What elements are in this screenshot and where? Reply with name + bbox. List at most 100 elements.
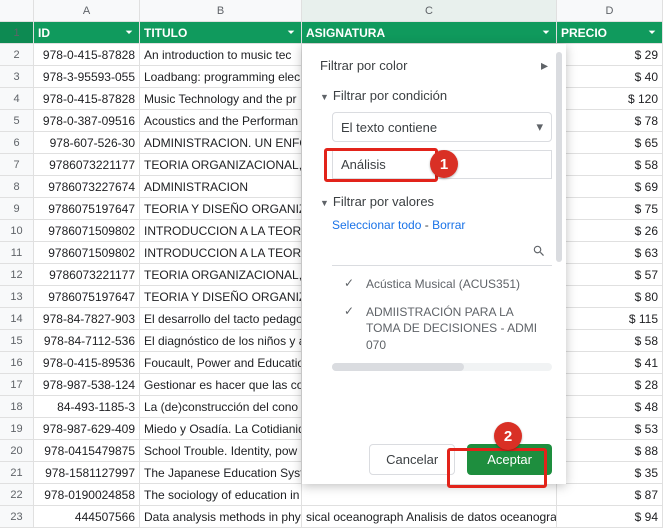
filter-icon[interactable] — [644, 24, 660, 40]
row-number[interactable]: 16 — [0, 352, 34, 373]
cell-id[interactable]: 978-0190024858 — [34, 484, 140, 505]
filter-by-color[interactable]: Filtrar por color ▸ — [302, 50, 566, 81]
row-number[interactable]: 3 — [0, 66, 34, 87]
row-number[interactable]: 8 — [0, 176, 34, 197]
cell-price[interactable]: $ 48 — [557, 396, 663, 417]
vertical-scrollbar[interactable] — [556, 52, 562, 372]
cell-title[interactable]: Acoustics and the Performan — [140, 110, 302, 131]
cell-id[interactable]: 9786071509802 — [34, 220, 140, 241]
cell-price[interactable]: $ 115 — [557, 308, 663, 329]
cell-id[interactable]: 9786073221177 — [34, 264, 140, 285]
header-titulo[interactable]: TITULO — [140, 22, 302, 43]
cell-title[interactable]: TEORIA Y DISEÑO ORGANIZA — [140, 286, 302, 307]
cell-id[interactable]: 84-493-1185-3 — [34, 396, 140, 417]
cell-title[interactable]: TEORIA Y DISEÑO ORGANIZA — [140, 198, 302, 219]
cell-title[interactable]: An introduction to music tec — [140, 44, 302, 65]
cell-id[interactable]: 444507566 — [34, 506, 140, 527]
cell-id[interactable]: 9786075197647 — [34, 198, 140, 219]
scrollbar-thumb[interactable] — [332, 363, 464, 371]
cell-id[interactable]: 978-84-7112-536 — [34, 330, 140, 351]
cell-price[interactable]: $ 53 — [557, 418, 663, 439]
row-number[interactable]: 1 — [0, 22, 34, 43]
cell-price[interactable]: $ 75 — [557, 198, 663, 219]
cell-id[interactable]: 978-607-526-30 — [34, 132, 140, 153]
clear-link[interactable]: Borrar — [432, 218, 465, 232]
row-number[interactable]: 14 — [0, 308, 34, 329]
cell-price[interactable]: $ 40 — [557, 66, 663, 87]
filter-by-condition[interactable]: ▼Filtrar por condición — [302, 81, 566, 110]
cell-title[interactable]: ADMINISTRACION. UN ENFOC — [140, 132, 302, 153]
row-number[interactable]: 17 — [0, 374, 34, 395]
cell-id[interactable]: 978-987-538-124 — [34, 374, 140, 395]
filter-by-values[interactable]: ▼Filtrar por valores — [302, 187, 566, 216]
value-item[interactable]: ✓Acústica Musical (ACUS351) — [332, 270, 552, 298]
row-number[interactable]: 6 — [0, 132, 34, 153]
cell-id[interactable]: 978-3-95593-055 — [34, 66, 140, 87]
cell-price[interactable]: $ 26 — [557, 220, 663, 241]
row-number[interactable]: 2 — [0, 44, 34, 65]
row-number[interactable]: 23 — [0, 506, 34, 527]
col-header-b[interactable]: B — [140, 0, 302, 21]
cell-price[interactable]: $ 58 — [557, 154, 663, 175]
cell-id[interactable]: 978-0-387-09516 — [34, 110, 140, 131]
cell-id[interactable]: 978-1581127997 — [34, 462, 140, 483]
value-item[interactable]: ✓ADMIISTRACIÓN PARA LA TOMA DE DECISIONE… — [332, 298, 552, 359]
filter-icon[interactable] — [283, 24, 299, 40]
cell-id[interactable]: 9786073221177 — [34, 154, 140, 175]
row-number[interactable]: 22 — [0, 484, 34, 505]
cell-price[interactable]: $ 58 — [557, 330, 663, 351]
cell-title[interactable]: The Japanese Education Syst — [140, 462, 302, 483]
cell-price[interactable]: $ 29 — [557, 44, 663, 65]
cell-id[interactable]: 9786073227674 — [34, 176, 140, 197]
cell-id[interactable]: 978-84-7827-903 — [34, 308, 140, 329]
row-number[interactable]: 13 — [0, 286, 34, 307]
cancel-button[interactable]: Cancelar — [369, 444, 455, 475]
cell-title[interactable]: El diagnóstico de los niños y a — [140, 330, 302, 351]
cell-id[interactable]: 978-0-415-87828 — [34, 88, 140, 109]
cell-price[interactable]: $ 69 — [557, 176, 663, 197]
row-number[interactable]: 18 — [0, 396, 34, 417]
header-asignatura[interactable]: ASIGNATURA — [302, 22, 557, 43]
row-number[interactable]: 5 — [0, 110, 34, 131]
cell-price[interactable]: $ 57 — [557, 264, 663, 285]
cell-title[interactable]: TEORIA ORGANIZACIONAL, D — [140, 154, 302, 175]
cell-price[interactable]: $ 87 — [557, 484, 663, 505]
cell-id[interactable]: 978-0-415-87828 — [34, 44, 140, 65]
cell-title[interactable]: Loadbang: programming elec — [140, 66, 302, 87]
cell-title[interactable]: Miedo y Osadía. La Cotidianid — [140, 418, 302, 439]
cell-title[interactable]: Gestionar es hacer que las co — [140, 374, 302, 395]
cell-title[interactable]: El desarrollo del tacto pedago — [140, 308, 302, 329]
col-header-a[interactable]: A — [34, 0, 140, 21]
row-number[interactable]: 7 — [0, 154, 34, 175]
cell-price[interactable]: $ 28 — [557, 374, 663, 395]
scrollbar-thumb[interactable] — [556, 52, 562, 262]
cell-title[interactable]: INTRODUCCION A LA TEORIA — [140, 242, 302, 263]
horizontal-scrollbar[interactable] — [332, 363, 552, 371]
row-number[interactable]: 15 — [0, 330, 34, 351]
cell-price[interactable]: $ 63 — [557, 242, 663, 263]
row-number[interactable]: 21 — [0, 462, 34, 483]
corner-cell[interactable] — [0, 0, 34, 21]
cell-title[interactable]: The sociology of education in — [140, 484, 302, 505]
values-search-input[interactable] — [332, 240, 552, 266]
header-precio[interactable]: PRECIO — [557, 22, 663, 43]
cell-price[interactable]: $ 88 — [557, 440, 663, 461]
accept-button[interactable]: Aceptar — [467, 444, 552, 475]
cell-subject[interactable] — [302, 484, 557, 505]
cell-id[interactable]: 9786071509802 — [34, 242, 140, 263]
cell-subject[interactable]: sical oceanograph Analisis de datos ocea… — [302, 506, 557, 527]
cell-title[interactable]: La (de)construcción del cono — [140, 396, 302, 417]
row-number[interactable]: 4 — [0, 88, 34, 109]
cell-title[interactable]: TEORIA ORGANIZACIONAL, D — [140, 264, 302, 285]
condition-value-input[interactable]: Análisis — [332, 150, 552, 179]
cell-price[interactable]: $ 120 — [557, 88, 663, 109]
cell-id[interactable]: 978-987-629-409 — [34, 418, 140, 439]
select-all-link[interactable]: Seleccionar todo — [332, 218, 421, 232]
cell-id[interactable]: 978-0415479875 — [34, 440, 140, 461]
cell-price[interactable]: $ 94 — [557, 506, 663, 527]
cell-title[interactable]: Foucault, Power and Educatio — [140, 352, 302, 373]
col-header-c[interactable]: C — [302, 0, 557, 21]
col-header-d[interactable]: D — [557, 0, 663, 21]
cell-title[interactable]: INTRODUCCION A LA TEORIA — [140, 220, 302, 241]
cell-title[interactable]: Data analysis methods in phy — [140, 506, 302, 527]
